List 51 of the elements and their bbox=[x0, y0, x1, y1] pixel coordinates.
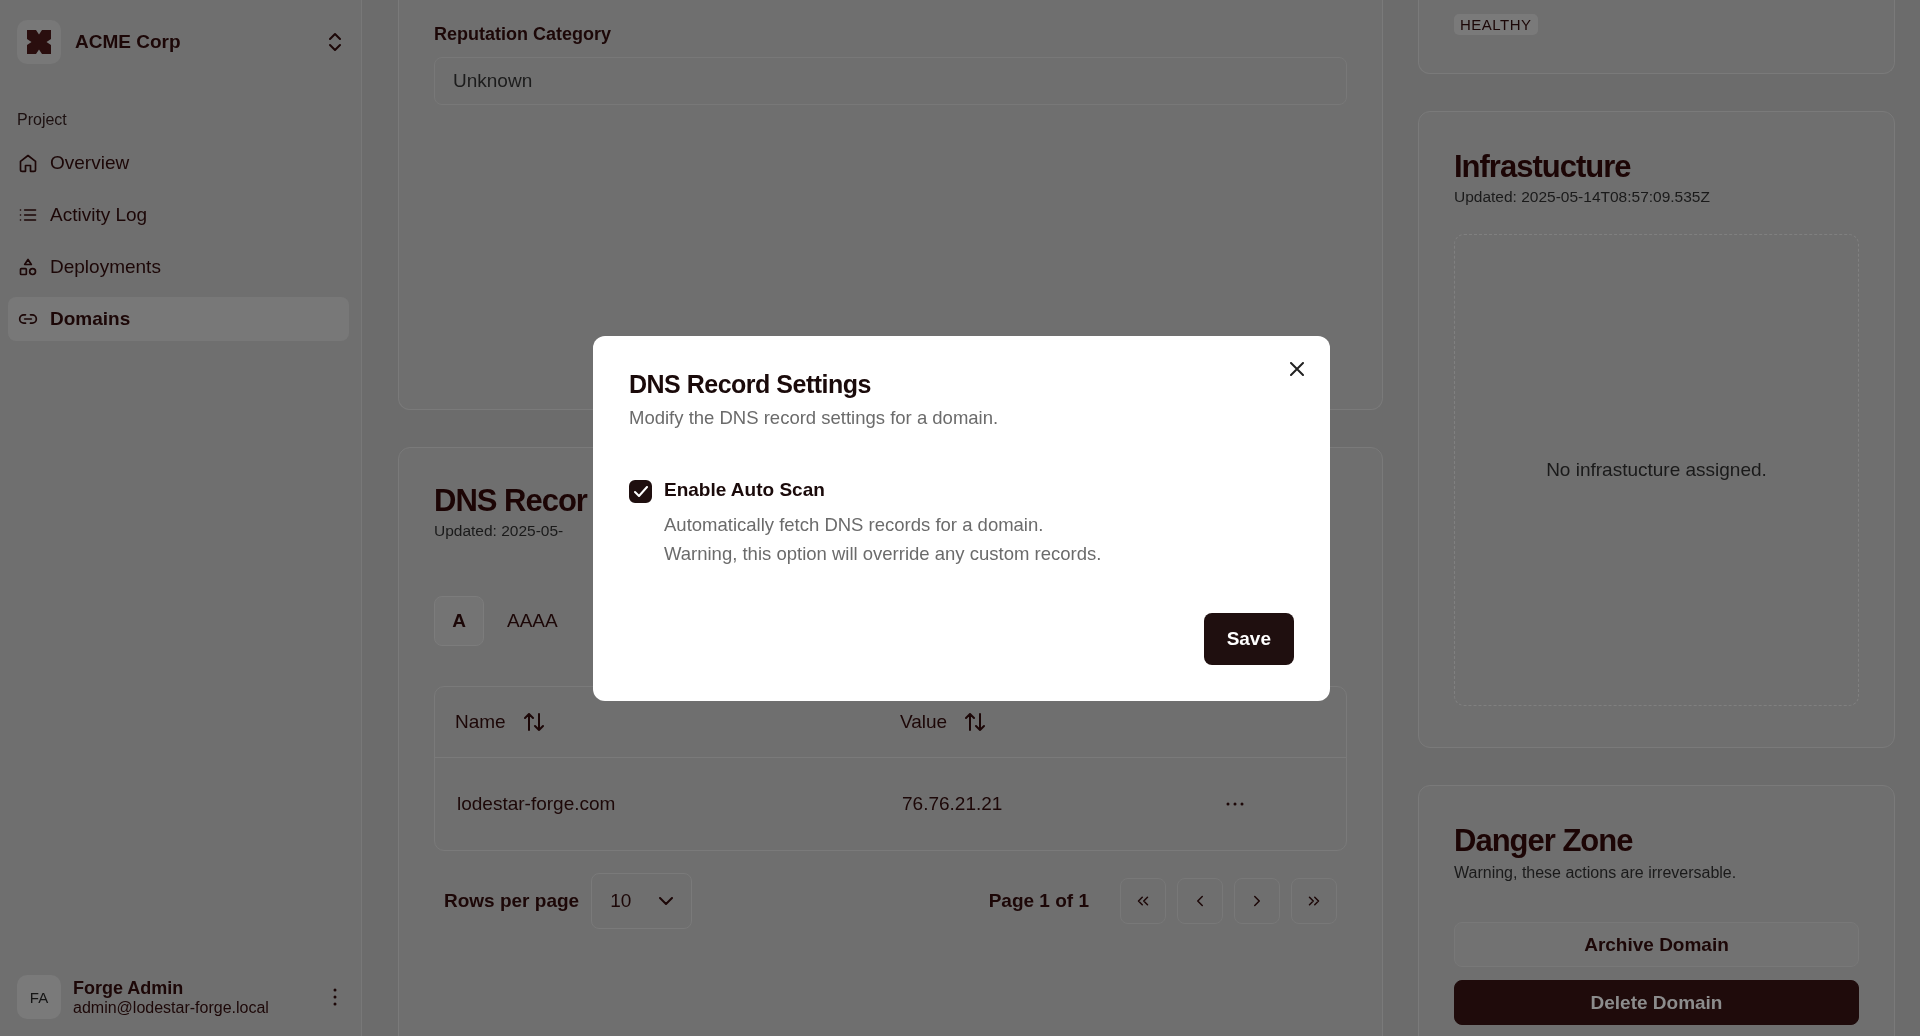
avatar: FA bbox=[17, 975, 61, 1019]
rows-per-page-label: Rows per page bbox=[444, 890, 580, 912]
check-icon bbox=[633, 486, 648, 497]
status-badge: HEALTHY bbox=[1454, 14, 1538, 35]
card-title: DNS Recor bbox=[434, 482, 587, 520]
dots-horizontal-icon bbox=[1226, 802, 1244, 806]
home-icon bbox=[18, 153, 38, 173]
nav-item[interactable]: Overview bbox=[8, 141, 349, 185]
updated-text: Updated: 2025-05- bbox=[434, 522, 564, 540]
save-button[interactable]: Save bbox=[1203, 613, 1294, 665]
updated-text: Updated: 2025-05-14T08:57:09.535Z bbox=[1454, 188, 1710, 206]
table-cell: 76.76.21.21 bbox=[902, 793, 1003, 815]
user-name: Forge Admin bbox=[73, 977, 184, 999]
help-text: Warning, this option will override any custom records. bbox=[664, 542, 1102, 566]
record-type-tab[interactable]: A bbox=[434, 596, 484, 646]
column-header[interactable]: Value bbox=[900, 711, 986, 733]
table-cell: lodestar-forge.com bbox=[457, 793, 616, 815]
more-button[interactable] bbox=[333, 988, 337, 1006]
sort-icon bbox=[523, 713, 544, 731]
shapes-icon bbox=[18, 257, 38, 277]
dots-vertical-icon bbox=[333, 988, 337, 1006]
dialog-description: Modify the DNS record settings for a domain. bbox=[629, 407, 999, 429]
card-title: Infrastucture bbox=[1454, 148, 1631, 186]
column-header[interactable]: Name bbox=[455, 711, 544, 733]
chevron-updown-icon[interactable] bbox=[329, 32, 341, 52]
row-actions-button[interactable] bbox=[1226, 802, 1244, 806]
nav-item[interactable]: Activity Log bbox=[8, 193, 349, 237]
archive-button[interactable]: Archive Domain bbox=[1454, 922, 1859, 967]
record-type-tab[interactable]: AAAA bbox=[492, 596, 573, 646]
nav-item[interactable]: Domains bbox=[8, 297, 349, 341]
checkbox[interactable] bbox=[629, 480, 652, 503]
org-logo-icon bbox=[27, 30, 51, 54]
input-field[interactable]: Unknown bbox=[434, 57, 1347, 105]
user-email: admin@lodestar-forge.local bbox=[73, 998, 269, 1017]
dialog-title: DNS Record Settings bbox=[629, 370, 871, 399]
empty-state-text: No infrastucture assigned. bbox=[1546, 459, 1767, 481]
warning-text: Warning, these actions are irreversable. bbox=[1454, 864, 1737, 882]
rows-per-page-select[interactable]: 10 bbox=[591, 873, 693, 929]
sort-icon bbox=[965, 713, 986, 731]
org-switcher[interactable]: ACME Corp bbox=[75, 31, 315, 53]
section-label: Project bbox=[16, 111, 68, 129]
close-button[interactable] bbox=[1290, 362, 1304, 376]
page-indicator: Page 1 of 1 bbox=[988, 890, 1089, 912]
delete-button[interactable]: Delete Domain bbox=[1454, 980, 1859, 1025]
close-icon bbox=[1290, 362, 1304, 376]
help-text: Automatically fetch DNS records for a domain. bbox=[664, 513, 1045, 537]
field-label: Reputation Category bbox=[434, 24, 611, 45]
nav-item[interactable]: Deployments bbox=[8, 245, 349, 289]
option-label: Enable Auto Scan bbox=[664, 479, 825, 501]
card-title: Danger Zone bbox=[1454, 822, 1633, 860]
chevron-down-icon bbox=[659, 897, 674, 905]
